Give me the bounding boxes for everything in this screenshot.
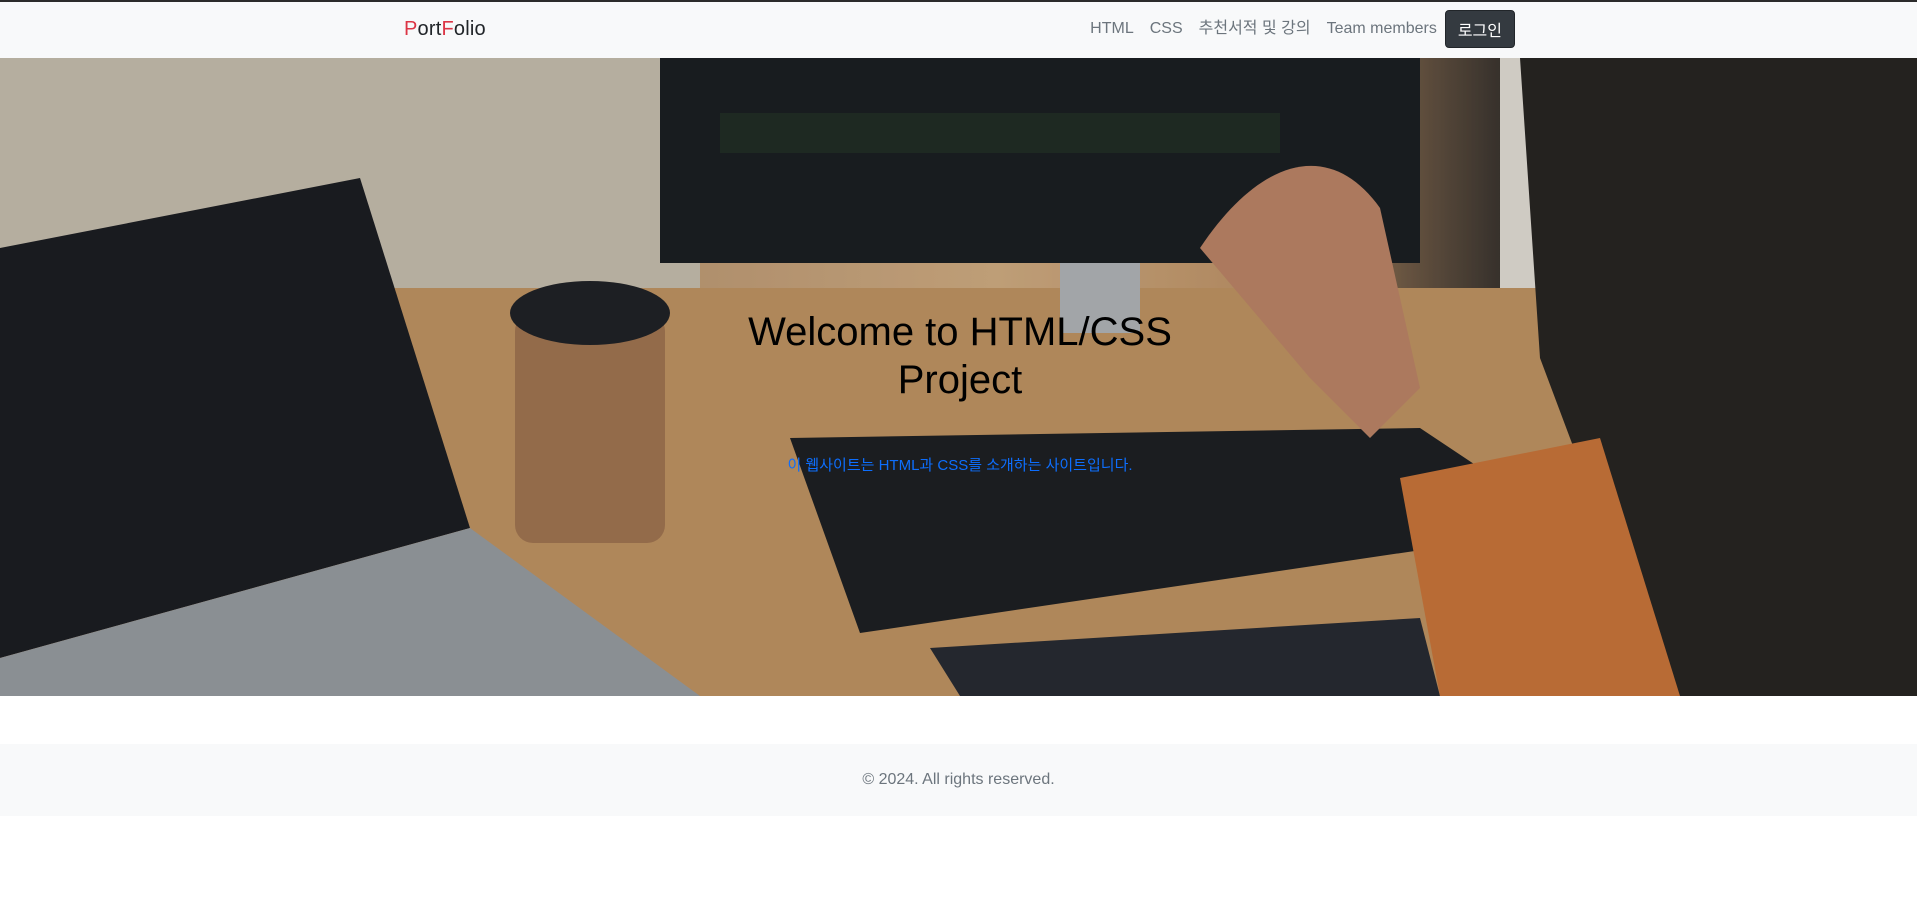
hero-subtitle: 이 웹사이트는 HTML과 CSS를 소개하는 사이트입니다. <box>787 457 1133 474</box>
footer-copyright: © 2024. All rights reserved. <box>862 771 1055 788</box>
hero-section: Welcome to HTML/CSS Project 이 웹사이트는 HTML… <box>0 58 1917 696</box>
brand-letter-p: P <box>404 18 418 40</box>
brand-logo[interactable]: PortFolio <box>404 18 486 41</box>
nav-link-team-members[interactable]: Team members <box>1319 10 1445 48</box>
nav-link-books-lectures[interactable]: 추천서적 및 강의 <box>1191 10 1319 48</box>
nav-link-css[interactable]: CSS <box>1142 10 1191 48</box>
footer: © 2024. All rights reserved. <box>0 744 1917 816</box>
navbar: PortFolio HTML CSS 추천서적 및 강의 Team member… <box>0 2 1917 58</box>
brand-letter-f: F <box>441 18 454 40</box>
nav-link-html[interactable]: HTML <box>1082 10 1142 48</box>
nav-links: HTML CSS 추천서적 및 강의 Team members 로그인 <box>1082 10 1515 48</box>
brand-text-olio: olio <box>453 18 486 40</box>
login-button[interactable]: 로그인 <box>1444 10 1515 48</box>
hero-title: Welcome to HTML/CSS Project <box>748 310 1172 402</box>
brand-text-ort: ort <box>417 18 442 40</box>
